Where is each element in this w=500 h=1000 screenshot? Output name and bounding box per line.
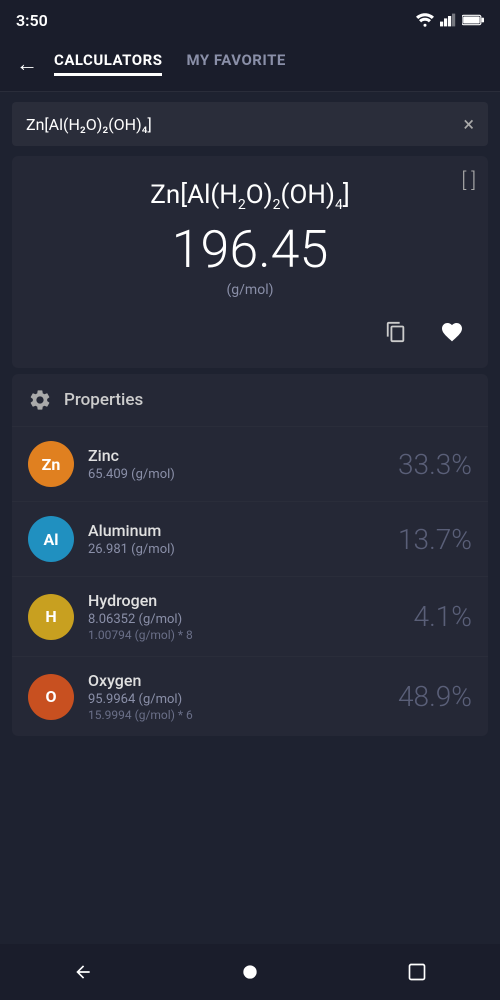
element-percent: 33.3% — [398, 448, 472, 481]
recents-nav-button[interactable] — [397, 952, 437, 992]
properties-header: Properties — [12, 374, 488, 426]
clear-button[interactable]: × — [463, 112, 474, 136]
element-mass: 8.06352 (g/mol) — [88, 612, 414, 627]
element-percent: 4.1% — [414, 600, 472, 633]
element-badge: Al — [28, 516, 74, 562]
home-nav-icon — [240, 962, 260, 982]
formula-card: [ ] Zn[Al(H2O)2(OH)4] 196.45 (g/mol) — [12, 156, 488, 368]
properties-title: Properties — [64, 390, 143, 410]
search-bar[interactable]: Zn[Al(H₂O)₂(OH)₄] × — [12, 102, 488, 146]
search-value: Zn[Al(H₂O)₂(OH)₄] — [26, 115, 463, 134]
recents-nav-icon — [407, 962, 427, 982]
bracket-button[interactable]: [ ] — [462, 168, 476, 192]
element-item: Zn Zinc 65.409 (g/mol) 33.3% — [12, 426, 488, 501]
back-button[interactable]: ← — [16, 51, 38, 77]
element-percent: 13.7% — [398, 523, 472, 556]
formula-display: Zn[Al(H2O)2(OH)4] — [28, 180, 472, 213]
top-nav: ← CALCULATORS MY FAVORITE — [0, 36, 500, 92]
element-percent: 48.9% — [398, 680, 472, 713]
element-detail: 1.00794 (g/mol) * 8 — [88, 628, 414, 642]
molar-mass: 196.45 — [28, 221, 472, 278]
bottom-nav — [0, 944, 500, 1000]
tab-calculators[interactable]: CALCULATORS — [54, 51, 162, 76]
battery-icon — [462, 14, 484, 26]
element-badge: O — [28, 674, 74, 720]
element-info: Zinc 65.409 (g/mol) — [88, 446, 398, 482]
element-badge: Zn — [28, 441, 74, 487]
element-info: Hydrogen 8.06352 (g/mol) 1.00794 (g/mol)… — [88, 591, 414, 642]
signal-icon — [440, 13, 456, 27]
favorite-button[interactable] — [432, 312, 472, 352]
element-name: Zinc — [88, 446, 398, 465]
status-icons — [416, 13, 484, 27]
element-symbol: Zn — [42, 455, 61, 474]
element-item: O Oxygen 95.9964 (g/mol) 15.9994 (g/mol)… — [12, 656, 488, 736]
wifi-icon — [416, 13, 434, 27]
heart-icon — [440, 320, 464, 344]
element-list: Zn Zinc 65.409 (g/mol) 33.3% Al Aluminum… — [12, 426, 488, 736]
copy-button[interactable] — [376, 312, 416, 352]
element-detail: 15.9994 (g/mol) * 6 — [88, 708, 398, 722]
gear-icon — [28, 388, 52, 412]
status-bar: 3:50 — [0, 0, 500, 36]
unit-label: (g/mol) — [28, 282, 472, 298]
back-nav-button[interactable] — [63, 952, 103, 992]
card-actions — [28, 312, 472, 352]
back-nav-icon — [73, 962, 93, 982]
element-info: Oxygen 95.9964 (g/mol) 15.9994 (g/mol) *… — [88, 671, 398, 722]
tab-favorite[interactable]: MY FAVORITE — [186, 51, 285, 76]
element-mass: 95.9964 (g/mol) — [88, 692, 398, 707]
element-symbol: Al — [44, 530, 59, 549]
element-name: Hydrogen — [88, 591, 414, 610]
element-symbol: H — [45, 607, 56, 626]
element-mass: 65.409 (g/mol) — [88, 467, 398, 482]
element-name: Oxygen — [88, 671, 398, 690]
element-info: Aluminum 26.981 (g/mol) — [88, 521, 398, 557]
element-symbol: O — [45, 687, 56, 706]
element-item: Al Aluminum 26.981 (g/mol) 13.7% — [12, 501, 488, 576]
element-mass: 26.981 (g/mol) — [88, 542, 398, 557]
element-item: H Hydrogen 8.06352 (g/mol) 1.00794 (g/mo… — [12, 576, 488, 656]
status-time: 3:50 — [16, 11, 48, 30]
element-name: Aluminum — [88, 521, 398, 540]
nav-tabs: CALCULATORS MY FAVORITE — [54, 51, 484, 76]
home-nav-button[interactable] — [230, 952, 270, 992]
copy-icon — [385, 321, 407, 343]
element-badge: H — [28, 594, 74, 640]
